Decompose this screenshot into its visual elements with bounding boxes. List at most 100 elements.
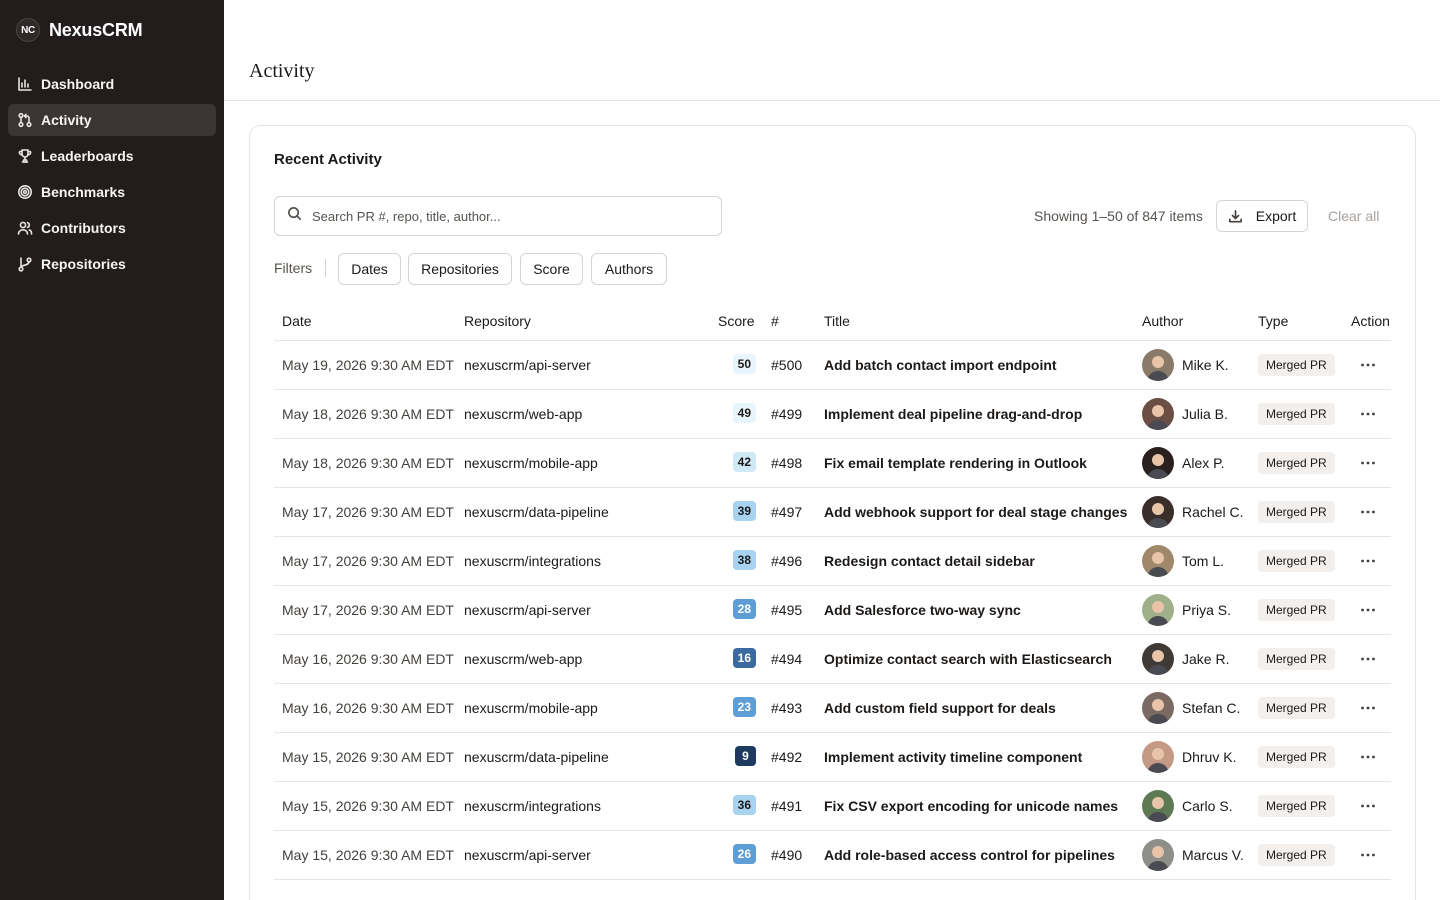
row-pr-number[interactable]: #494 — [771, 651, 802, 667]
table-row[interactable]: May 18, 2026 9:30 AM EDT nexuscrm/web-app… — [274, 390, 1391, 439]
row-author[interactable]: Jake R. — [1142, 643, 1229, 675]
row-author[interactable]: Priya S. — [1142, 594, 1231, 626]
row-title[interactable]: Add Salesforce two-way sync — [824, 602, 1021, 618]
brand[interactable]: NC NexusCRM — [16, 18, 143, 42]
row-repository[interactable]: nexuscrm/api-server — [464, 847, 591, 863]
row-actions-button[interactable] — [1354, 353, 1382, 377]
row-author[interactable]: Stefan C. — [1142, 692, 1240, 724]
row-title[interactable]: Add role-based access control for pipeli… — [824, 847, 1115, 863]
row-author[interactable]: Mike K. — [1142, 349, 1229, 381]
column-type[interactable]: Type — [1258, 313, 1288, 329]
row-title[interactable]: Optimize contact search with Elasticsear… — [824, 651, 1112, 667]
row-actions-button[interactable] — [1354, 451, 1382, 475]
row-repository[interactable]: nexuscrm/api-server — [464, 602, 591, 618]
row-date: May 15, 2026 9:30 AM EDT — [282, 798, 454, 814]
row-title[interactable]: Fix CSV export encoding for unicode name… — [824, 798, 1118, 814]
table-row[interactable]: May 15, 2026 9:30 AM EDT nexuscrm/integra… — [274, 782, 1391, 831]
row-pr-number[interactable]: #496 — [771, 553, 802, 569]
column-score[interactable]: Score — [718, 313, 755, 329]
sidebar-item-contributors[interactable]: Contributors — [8, 212, 216, 244]
table-row[interactable]: May 16, 2026 9:30 AM EDT nexuscrm/mobile-… — [274, 684, 1391, 733]
row-pr-number[interactable]: #493 — [771, 700, 802, 716]
sidebar-item-dashboard[interactable]: Dashboard — [8, 68, 216, 100]
row-author[interactable]: Tom L. — [1142, 545, 1224, 577]
row-repository[interactable]: nexuscrm/data-pipeline — [464, 749, 609, 765]
filter-repositories[interactable]: Repositories — [408, 253, 512, 285]
row-repository[interactable]: nexuscrm/mobile-app — [464, 700, 598, 716]
row-author[interactable]: Carlo S. — [1142, 790, 1233, 822]
table-row[interactable]: May 17, 2026 9:30 AM EDT nexuscrm/integra… — [274, 537, 1391, 586]
table-row[interactable]: May 15, 2026 9:30 AM EDT nexuscrm/data-pi… — [274, 733, 1391, 782]
table-row[interactable]: May 17, 2026 9:30 AM EDT nexuscrm/api-ser… — [274, 586, 1391, 635]
row-pr-number[interactable]: #500 — [771, 357, 802, 373]
row-actions-button[interactable] — [1354, 598, 1382, 622]
row-actions-button[interactable] — [1354, 843, 1382, 867]
row-pr-number[interactable]: #491 — [771, 798, 802, 814]
items-count: Showing 1–50 of 847 items — [1034, 208, 1203, 224]
row-repository[interactable]: nexuscrm/mobile-app — [464, 455, 598, 471]
more-horizontal-icon — [1361, 559, 1375, 563]
row-author[interactable]: Julia B. — [1142, 398, 1228, 430]
row-score: 36 — [710, 795, 756, 815]
row-actions-button[interactable] — [1354, 745, 1382, 769]
row-title[interactable]: Redesign contact detail sidebar — [824, 553, 1035, 569]
column-repository[interactable]: Repository — [464, 313, 531, 329]
clear-all-button[interactable]: Clear all — [1328, 208, 1379, 224]
filter-authors[interactable]: Authors — [591, 253, 667, 285]
row-title[interactable]: Add webhook support for deal stage chang… — [824, 504, 1127, 520]
row-repository[interactable]: nexuscrm/api-server — [464, 357, 591, 373]
sidebar-item-activity[interactable]: Activity — [8, 104, 216, 136]
table-row[interactable]: May 16, 2026 9:30 AM EDT nexuscrm/web-app… — [274, 635, 1391, 684]
export-button[interactable]: Export — [1216, 200, 1308, 232]
filter-dates[interactable]: Dates — [338, 253, 401, 285]
row-title[interactable]: Implement activity timeline component — [824, 749, 1082, 765]
column-date[interactable]: Date — [282, 313, 312, 329]
column-author[interactable]: Author — [1142, 313, 1183, 329]
table-row[interactable]: May 18, 2026 9:30 AM EDT nexuscrm/mobile-… — [274, 439, 1391, 488]
brand-name: NexusCRM — [49, 19, 143, 40]
row-author[interactable]: Dhruv K. — [1142, 741, 1236, 773]
row-title[interactable]: Add custom field support for deals — [824, 700, 1056, 716]
row-repository[interactable]: nexuscrm/web-app — [464, 651, 582, 667]
row-pr-number[interactable]: #498 — [771, 455, 802, 471]
row-title[interactable]: Implement deal pipeline drag-and-drop — [824, 406, 1082, 422]
type-badge: Merged PR — [1258, 844, 1335, 866]
row-actions-button[interactable] — [1354, 794, 1382, 818]
row-actions-button[interactable] — [1354, 696, 1382, 720]
table-row[interactable]: May 17, 2026 9:30 AM EDT nexuscrm/data-pi… — [274, 488, 1391, 537]
table-row[interactable]: May 19, 2026 9:30 AM EDT nexuscrm/api-ser… — [274, 341, 1391, 390]
sidebar-item-leaderboards[interactable]: Leaderboards — [8, 140, 216, 172]
row-author[interactable]: Marcus V. — [1142, 839, 1244, 871]
search-box[interactable] — [274, 196, 722, 236]
search-input[interactable] — [312, 208, 712, 224]
row-score: 39 — [710, 501, 756, 521]
row-pr-number[interactable]: #492 — [771, 749, 802, 765]
more-horizontal-icon — [1361, 706, 1375, 710]
column-title[interactable]: Title — [824, 313, 850, 329]
row-pr-number[interactable]: #499 — [771, 406, 802, 422]
row-repository[interactable]: nexuscrm/web-app — [464, 406, 582, 422]
table-row[interactable]: May 15, 2026 9:30 AM EDT nexuscrm/api-ser… — [274, 831, 1391, 880]
row-pr-number[interactable]: #490 — [771, 847, 802, 863]
row-author[interactable]: Alex P. — [1142, 447, 1225, 479]
filter-score[interactable]: Score — [520, 253, 583, 285]
row-repository[interactable]: nexuscrm/integrations — [464, 798, 601, 814]
row-repository[interactable]: nexuscrm/integrations — [464, 553, 601, 569]
row-title[interactable]: Fix email template rendering in Outlook — [824, 455, 1087, 471]
column-number[interactable]: # — [771, 313, 779, 329]
row-actions-button[interactable] — [1354, 647, 1382, 671]
row-type: Merged PR — [1258, 501, 1335, 523]
row-pr-number[interactable]: #497 — [771, 504, 802, 520]
sidebar-item-repositories[interactable]: Repositories — [8, 248, 216, 280]
row-date: May 18, 2026 9:30 AM EDT — [282, 406, 454, 422]
row-actions-button[interactable] — [1354, 500, 1382, 524]
row-pr-number[interactable]: #495 — [771, 602, 802, 618]
sidebar-item-benchmarks[interactable]: Benchmarks — [8, 176, 216, 208]
row-actions-button[interactable] — [1354, 402, 1382, 426]
row-title[interactable]: Add batch contact import endpoint — [824, 357, 1057, 373]
row-repository[interactable]: nexuscrm/data-pipeline — [464, 504, 609, 520]
row-author[interactable]: Rachel C. — [1142, 496, 1243, 528]
row-date: May 18, 2026 9:30 AM EDT — [282, 455, 454, 471]
row-actions-button[interactable] — [1354, 549, 1382, 573]
type-badge: Merged PR — [1258, 452, 1335, 474]
